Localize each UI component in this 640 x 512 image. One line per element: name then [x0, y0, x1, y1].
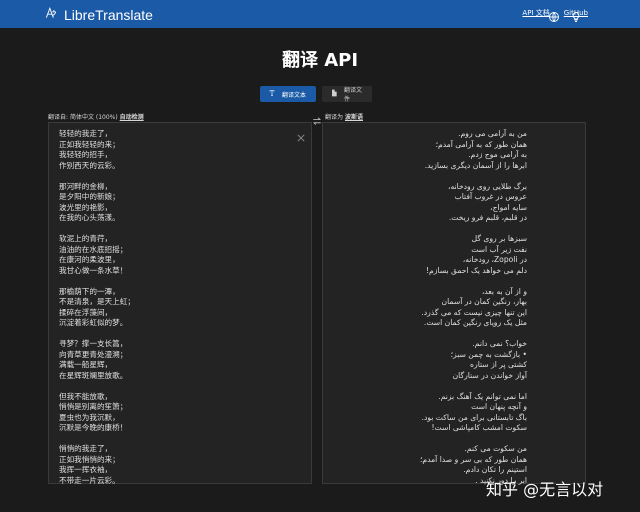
source-text: 轻轻的我走了， 正如我轻轻的来； 我轻轻的招手， 作别西天的云彩。 那河畔的金柳…: [59, 129, 135, 485]
source-language-row: 翻译自: 简体中文 (100%) 自动检测: [48, 114, 144, 121]
swap-icon[interactable]: [312, 110, 322, 125]
lightbulb-icon[interactable]: [570, 8, 582, 22]
close-icon[interactable]: [297, 127, 305, 142]
file-icon: [330, 89, 338, 99]
mode-switch: 翻译文本 翻译文件: [260, 86, 372, 103]
target-prefix: 翻译为: [325, 114, 344, 121]
brand-name: LibreTranslate: [64, 6, 153, 23]
target-language-select[interactable]: 波斯语: [345, 114, 363, 121]
text-icon: [268, 89, 276, 99]
translate-files-button[interactable]: 翻译文件: [322, 86, 372, 103]
brand-logo[interactable]: LibreTranslate: [44, 5, 153, 24]
target-output: من به آرامی می روم. همان طور که به آرامی…: [322, 122, 586, 485]
target-language-row: 翻译为 波斯语: [325, 112, 363, 121]
translate-files-label: 翻译文件: [344, 87, 363, 103]
watermark: 知乎 @无言以对: [486, 480, 604, 499]
source-detected: 简体中文 (100%): [69, 114, 118, 121]
source-language-select[interactable]: 自动检测: [120, 114, 144, 121]
source-textarea[interactable]: 轻轻的我走了， 正如我轻轻的来； 我轻轻的招手， 作别西天的云彩。 那河畔的金柳…: [48, 122, 312, 485]
nav-link-api-docs[interactable]: API 文档: [522, 8, 549, 18]
translate-text-label: 翻译文本: [282, 91, 307, 99]
globe-icon[interactable]: [548, 8, 560, 22]
page-title: 翻译 API: [281, 50, 359, 71]
translate-text-button[interactable]: 翻译文本: [260, 86, 316, 102]
translated-text: من به آرامی می روم. همان طور که به آرامی…: [420, 129, 527, 485]
top-navbar: LibreTranslate API 文档 GitHub: [0, 0, 640, 28]
logo-icon: [44, 5, 58, 24]
source-prefix: 翻译自: [48, 114, 67, 121]
